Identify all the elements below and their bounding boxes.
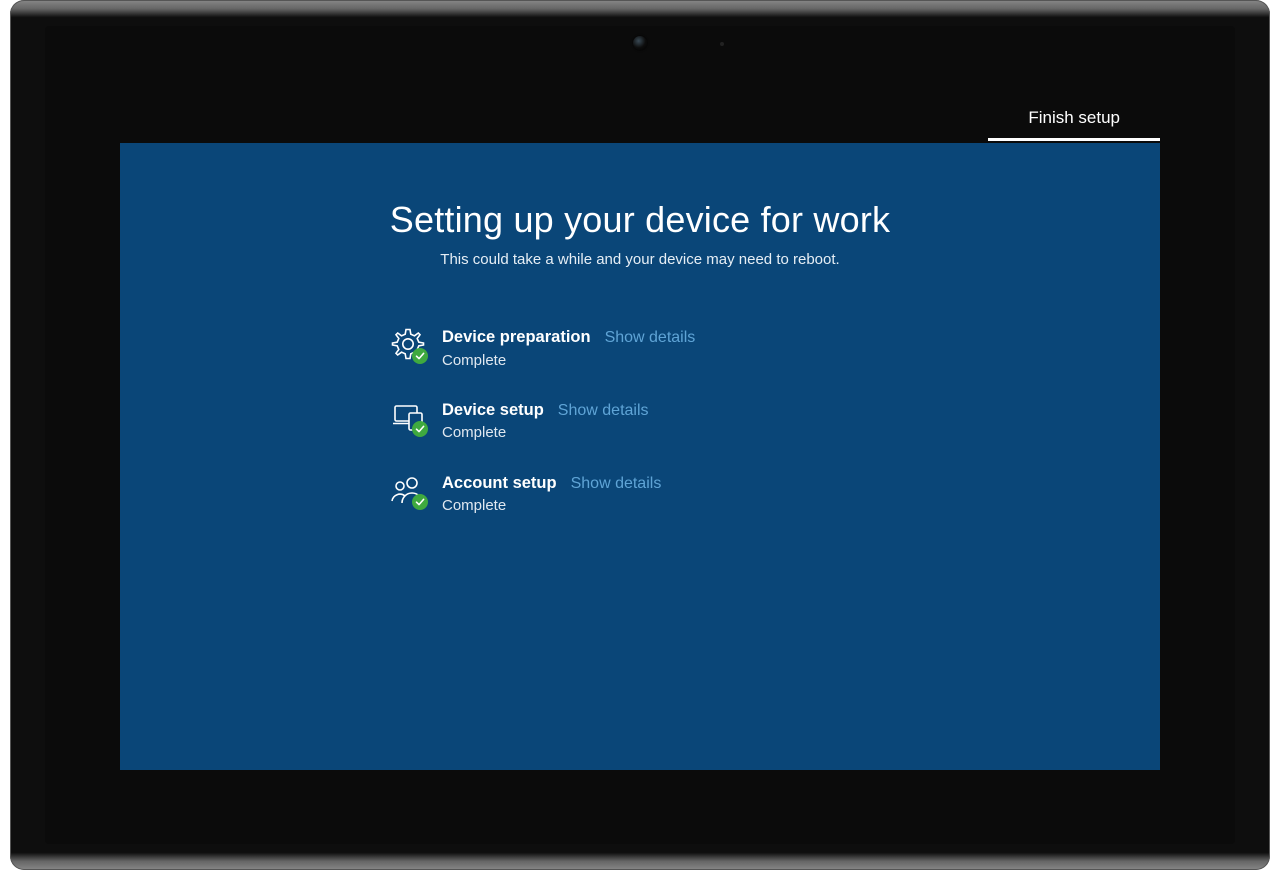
check-badge-icon <box>412 348 428 364</box>
gear-icon <box>390 326 426 362</box>
status-item-device-setup: Device setup Show details Complete <box>320 399 960 444</box>
status-title: Device setup <box>442 399 544 421</box>
check-badge-icon <box>412 421 428 437</box>
show-details-link[interactable]: Show details <box>605 327 696 349</box>
topbar: Finish setup <box>120 95 1160 143</box>
status-state: Complete <box>442 423 649 443</box>
show-details-link[interactable]: Show details <box>558 400 649 422</box>
people-icon <box>390 472 426 508</box>
status-list: Device preparation Show details Complete <box>320 326 960 517</box>
oobe-screen: Setting up your device for work This cou… <box>120 143 1160 770</box>
status-state: Complete <box>442 496 661 516</box>
status-item-account-setup: Account setup Show details Complete <box>320 472 960 517</box>
status-state: Complete <box>442 351 695 371</box>
status-title: Device preparation <box>442 326 591 348</box>
tab-finish-setup[interactable]: Finish setup <box>988 98 1160 141</box>
camera-icon <box>633 36 647 50</box>
status-title: Account setup <box>442 472 557 494</box>
status-item-device-preparation: Device preparation Show details Complete <box>320 326 960 371</box>
tablet-frame: Finish setup Setting up your device for … <box>10 0 1270 870</box>
check-badge-icon <box>412 494 428 510</box>
page-title: Setting up your device for work <box>390 199 890 241</box>
show-details-link[interactable]: Show details <box>571 473 662 495</box>
devices-icon <box>390 399 426 435</box>
page-subtitle: This could take a while and your device … <box>440 251 839 268</box>
sensor-dot-icon <box>720 42 724 46</box>
